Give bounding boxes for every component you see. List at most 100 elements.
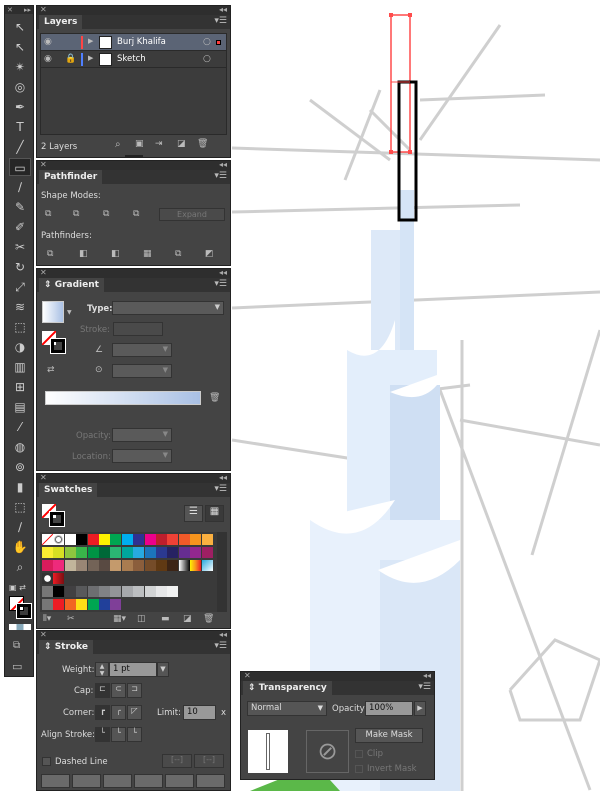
round-join-button[interactable]: ╭ — [111, 705, 126, 720]
dash-field[interactable] — [103, 774, 132, 788]
swatch[interactable] — [42, 560, 53, 571]
swatch[interactable] — [144, 560, 156, 571]
swatch[interactable] — [110, 534, 122, 545]
opacity-dropdown[interactable]: ▼ — [112, 428, 172, 442]
swatch[interactable] — [133, 586, 145, 597]
swatch[interactable] — [167, 586, 179, 597]
warp-tool-icon[interactable]: ≋ — [9, 298, 31, 316]
visibility-eye-icon[interactable]: ◉ — [44, 37, 52, 47]
dashed-line-checkbox[interactable] — [42, 757, 51, 766]
opacity-input[interactable]: 100% — [365, 701, 413, 716]
blend-mode-dropdown[interactable]: Normal ▼ — [247, 701, 327, 716]
tab-swatches[interactable]: Swatches — [39, 483, 98, 497]
swatch[interactable] — [76, 586, 88, 597]
opacity-slider-button[interactable]: ▶ — [414, 701, 426, 716]
blend-tool-icon[interactable]: ◍ — [9, 438, 31, 456]
swatch-libraries-icon[interactable]: ⫴▾ — [43, 614, 51, 624]
color-group-folder-icon[interactable] — [42, 586, 53, 597]
object-thumbnail[interactable] — [248, 730, 288, 773]
expand-button[interactable]: Expand — [159, 208, 225, 221]
target-circle-icon[interactable]: ○ — [203, 54, 211, 64]
swatch[interactable] — [167, 547, 179, 558]
trim-icon[interactable]: ◧ — [79, 249, 88, 259]
layer-row[interactable]: ◉ ▶ Burj Khalifa ○ — [41, 34, 226, 51]
swatch[interactable] — [178, 534, 190, 545]
magic-wand-tool-icon[interactable]: ✴ — [9, 58, 31, 76]
thumbnail-view-button[interactable]: ▦ — [205, 505, 224, 522]
swatch[interactable] — [156, 560, 167, 571]
selection-tool-icon[interactable]: ↖ — [9, 18, 31, 36]
scissors-tool-icon[interactable]: ✂ — [9, 238, 31, 256]
swatch[interactable] — [156, 547, 167, 558]
swatch[interactable] — [64, 534, 76, 545]
stroke-gradient-buttons[interactable] — [113, 322, 163, 336]
swatch[interactable] — [190, 560, 202, 571]
swatch[interactable] — [133, 560, 145, 571]
aspect-ratio-dropdown[interactable]: ▼ — [112, 364, 172, 378]
projecting-cap-button[interactable]: ⊐ — [127, 683, 142, 698]
stroke-swatch[interactable] — [50, 338, 66, 354]
stroke-swatch[interactable] — [16, 603, 32, 619]
crop-icon[interactable]: ▦ — [143, 249, 152, 259]
delete-stop-icon[interactable]: 🗑 — [209, 393, 220, 403]
swatch[interactable] — [64, 599, 76, 610]
collapse-icon[interactable]: ◂◂ — [219, 268, 227, 277]
swatch[interactable] — [178, 547, 190, 558]
close-icon[interactable]: ✕ — [40, 268, 47, 277]
butt-cap-button[interactable]: ⊏ — [95, 683, 110, 698]
rectangle-tool-icon[interactable]: ▭ — [9, 158, 31, 176]
swatch[interactable] — [53, 599, 65, 610]
bevel-join-button[interactable]: ◸ — [127, 705, 142, 720]
close-icon[interactable]: ✕ — [40, 473, 47, 482]
target-circle-icon[interactable]: ○ — [203, 37, 211, 47]
swatch[interactable] — [76, 534, 88, 545]
mesh-tool-icon[interactable]: ⊞ — [9, 378, 31, 396]
symbol-sprayer-tool-icon[interactable]: ⊚ — [9, 458, 31, 476]
swatch[interactable] — [87, 599, 99, 610]
direct-selection-tool-icon[interactable]: ↖ — [9, 38, 31, 56]
rotate-tool-icon[interactable]: ↻ — [9, 258, 31, 276]
swatch[interactable] — [99, 560, 110, 571]
screen-mode-icon[interactable]: ▭ — [12, 660, 22, 673]
angle-dropdown[interactable]: ▼ — [112, 343, 172, 357]
swatch[interactable] — [110, 599, 122, 610]
zoom-tool-icon[interactable]: ⌕ — [9, 558, 31, 576]
new-layer-icon[interactable]: ◪ — [177, 139, 186, 149]
new-color-group-icon[interactable]: ▬ — [161, 614, 170, 624]
swatch[interactable] — [201, 560, 213, 571]
close-icon[interactable]: ✕ — [40, 5, 47, 14]
minus-front-icon[interactable]: ⧉ — [73, 209, 79, 219]
close-icon[interactable]: ✕ — [40, 630, 47, 639]
layer-row[interactable]: ◉ 🔒 ▶ Sketch ○ — [41, 51, 226, 68]
exclude-icon[interactable]: ⧉ — [133, 209, 139, 219]
swatch[interactable] — [190, 534, 202, 545]
locate-object-icon[interactable]: ⌕ — [115, 139, 121, 150]
show-kinds-icon[interactable]: ▦▾ — [113, 614, 126, 624]
resize-grip[interactable] — [124, 155, 143, 158]
unite-icon[interactable]: ⧉ — [45, 209, 51, 219]
panel-menu-icon[interactable]: ▾☰ — [214, 641, 227, 651]
swatch[interactable] — [76, 599, 88, 610]
swatch[interactable] — [156, 586, 167, 597]
free-transform-tool-icon[interactable]: ⬚ — [9, 318, 31, 336]
swatch[interactable] — [121, 560, 133, 571]
perspective-grid-tool-icon[interactable]: ▥ — [9, 358, 31, 376]
slice-tool-icon[interactable]: ∕ — [9, 518, 31, 536]
align-inside-button[interactable]: └ — [111, 727, 126, 742]
gradient-tool-icon[interactable]: ▤ — [9, 398, 31, 416]
delete-layer-icon[interactable]: 🗑 — [197, 139, 208, 149]
close-icon[interactable]: ✕ — [40, 160, 47, 169]
line-tool-icon[interactable]: ╱ — [9, 138, 31, 156]
swatch[interactable] — [99, 599, 110, 610]
tab-gradient[interactable]: ⇕ Gradient — [39, 278, 104, 292]
outline-icon[interactable]: ⧉ — [175, 249, 181, 259]
lasso-tool-icon[interactable]: ◎ — [9, 78, 31, 96]
selection-indicator[interactable] — [216, 40, 221, 45]
swatch-options-icon[interactable]: ◫ — [137, 614, 146, 624]
panel-menu-icon[interactable]: ▾☰ — [214, 16, 227, 26]
swatch[interactable] — [76, 547, 88, 558]
swatch[interactable] — [42, 547, 53, 558]
swatch[interactable] — [144, 534, 156, 545]
pen-tool-icon[interactable]: ✒ — [9, 98, 31, 116]
swatch[interactable] — [133, 534, 145, 545]
